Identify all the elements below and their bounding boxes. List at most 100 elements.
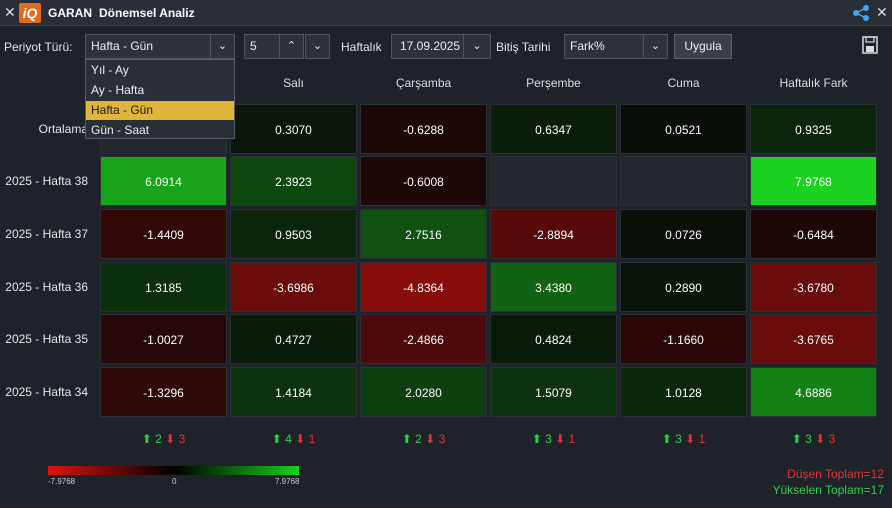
window-title: Dönemsel Analiz bbox=[99, 6, 195, 20]
arrow-down-icon: ⬇ bbox=[815, 432, 826, 446]
grid-cell[interactable]: 6.0914 bbox=[100, 156, 227, 206]
down-count: 3 bbox=[828, 432, 836, 446]
grid-cell[interactable]: 7.9768 bbox=[750, 156, 877, 206]
grid-cell[interactable]: -2.4866 bbox=[360, 314, 487, 364]
date-input[interactable]: 17.09.2025 bbox=[391, 34, 464, 59]
metric-dropdown-button[interactable]: ⌄ bbox=[643, 34, 668, 59]
period-option-yil-ay[interactable]: Yıl - Ay bbox=[86, 61, 234, 80]
row-header: 2025 - Hafta 34 bbox=[5, 385, 88, 399]
grid-cell[interactable]: 1.3185 bbox=[100, 262, 227, 312]
up-down-count: ⬆ 4 ⬇ 1 bbox=[230, 432, 357, 446]
save-icon[interactable] bbox=[862, 36, 878, 54]
count-down-button[interactable]: ⌄ bbox=[305, 34, 330, 59]
arrow-up-icon: ⬆ bbox=[791, 432, 802, 446]
period-option-hafta-gun[interactable]: Hafta - Gün bbox=[86, 101, 234, 120]
up-down-count: ⬆ 3 ⬇ 3 bbox=[750, 432, 877, 446]
grid-cell[interactable]: -0.6288 bbox=[360, 104, 487, 154]
arrow-up-icon: ⬆ bbox=[141, 432, 152, 446]
up-total: Yükselen Toplam=17 bbox=[772, 483, 884, 497]
scale-mid-label: 0 bbox=[172, 477, 177, 486]
down-total: Düşen Toplam=12 bbox=[787, 467, 884, 481]
share-icon[interactable] bbox=[852, 4, 870, 22]
grid-cell[interactable]: -1.1660 bbox=[620, 314, 747, 364]
period-type-select[interactable]: Hafta - Gün bbox=[85, 34, 211, 59]
arrow-down-icon: ⬇ bbox=[165, 432, 176, 446]
period-option-gun-saat[interactable]: Gün - Saat bbox=[86, 121, 234, 140]
grid-cell[interactable]: 0.0521 bbox=[620, 104, 747, 154]
down-count: 1 bbox=[308, 432, 316, 446]
grid-cell[interactable]: -1.3296 bbox=[100, 367, 227, 417]
arrow-down-icon: ⬇ bbox=[425, 432, 436, 446]
down-count: 3 bbox=[178, 432, 186, 446]
grid-cell[interactable]: 2.3923 bbox=[230, 156, 357, 206]
grid-cell[interactable]: 0.2890 bbox=[620, 262, 747, 312]
close-icon[interactable]: ✕ bbox=[4, 4, 16, 20]
metric-select[interactable]: Fark% bbox=[564, 34, 644, 59]
grid-cell[interactable]: 0.3070 bbox=[230, 104, 357, 154]
down-count: 1 bbox=[568, 432, 576, 446]
grid-cell[interactable]: -4.8364 bbox=[360, 262, 487, 312]
end-date-label: Bitiş Tarihi bbox=[496, 40, 551, 54]
grid-cell[interactable]: 0.6347 bbox=[490, 104, 617, 154]
arrow-down-icon: ⬇ bbox=[685, 432, 696, 446]
date-picker-button[interactable]: ⌄ bbox=[463, 34, 491, 59]
grid-cell[interactable]: -0.6008 bbox=[360, 156, 487, 206]
scale-min-label: -7.9768 bbox=[48, 477, 76, 486]
column-header: Cuma bbox=[667, 76, 700, 90]
grid-cell[interactable]: 1.0128 bbox=[620, 367, 747, 417]
scale-max-label: 7.9768 bbox=[275, 477, 300, 486]
grid-cell[interactable]: 0.0726 bbox=[620, 209, 747, 259]
toolbar: Periyot Türü: Hafta - Gün ⌄ 5 ⌃ ⌄ Haftal… bbox=[0, 27, 892, 63]
grid-cell[interactable]: -1.0027 bbox=[100, 314, 227, 364]
grid-cell[interactable] bbox=[620, 156, 747, 206]
grid-cell[interactable]: 4.6886 bbox=[750, 367, 877, 417]
apply-button[interactable]: Uygula bbox=[674, 34, 732, 59]
down-count: 3 bbox=[438, 432, 446, 446]
grid-cell[interactable]: 2.7516 bbox=[360, 209, 487, 259]
grid-cell[interactable]: 2.0280 bbox=[360, 367, 487, 417]
grid-cell[interactable]: -1.4409 bbox=[100, 209, 227, 259]
period-count-input[interactable]: 5 bbox=[244, 34, 280, 59]
grid-cell[interactable]: -2.8894 bbox=[490, 209, 617, 259]
arrow-up-icon: ⬆ bbox=[661, 432, 672, 446]
grid-cell[interactable]: -3.6780 bbox=[750, 262, 877, 312]
up-count: 3 bbox=[675, 432, 682, 446]
grid-cell[interactable]: 1.5079 bbox=[490, 367, 617, 417]
title-bar: ✕ iQ GARAN Dönemsel Analiz ✕ bbox=[0, 0, 892, 26]
grid-cell[interactable]: 1.4184 bbox=[230, 367, 357, 417]
grid-cell[interactable]: 3.4380 bbox=[490, 262, 617, 312]
period-option-ay-hafta[interactable]: Ay - Hafta bbox=[86, 81, 234, 100]
column-header: Çarşamba bbox=[395, 76, 452, 90]
grid-cell[interactable]: 0.9503 bbox=[230, 209, 357, 259]
symbol-label: GARAN bbox=[48, 6, 92, 20]
grid-cell[interactable]: 0.4824 bbox=[490, 314, 617, 364]
count-up-button[interactable]: ⌃ bbox=[279, 34, 304, 59]
up-down-count: ⬆ 2 ⬇ 3 bbox=[100, 432, 227, 446]
grid-cell[interactable]: -0.6484 bbox=[750, 209, 877, 259]
column-header: Perşembe bbox=[526, 76, 581, 90]
grid-cell[interactable]: 0.4727 bbox=[230, 314, 357, 364]
row-header: 2025 - Hafta 38 bbox=[5, 174, 88, 188]
column-header: Salı bbox=[283, 76, 304, 90]
up-count: 2 bbox=[415, 432, 422, 446]
grid-cell[interactable]: -3.6986 bbox=[230, 262, 357, 312]
up-count: 2 bbox=[155, 432, 162, 446]
period-type-label: Periyot Türü: bbox=[4, 40, 73, 54]
grid-cell[interactable]: -3.6765 bbox=[750, 314, 877, 364]
up-count: 4 bbox=[285, 432, 292, 446]
period-dropdown-list: Yıl - Ay Ay - Hafta Hafta - Gün Gün - Sa… bbox=[85, 59, 235, 139]
row-header: Ortalama bbox=[38, 122, 88, 136]
color-scale-bar bbox=[48, 466, 299, 475]
close-window-icon[interactable]: ✕ bbox=[876, 4, 888, 20]
row-header: 2025 - Hafta 35 bbox=[5, 332, 88, 346]
arrow-down-icon: ⬇ bbox=[555, 432, 566, 446]
grid-cell[interactable]: 0.9325 bbox=[750, 104, 877, 154]
period-dropdown-button[interactable]: ⌄ bbox=[210, 34, 235, 59]
up-down-count: ⬆ 3 ⬇ 1 bbox=[620, 432, 747, 446]
grid-cell[interactable] bbox=[490, 156, 617, 206]
up-down-count: ⬆ 3 ⬇ 1 bbox=[490, 432, 617, 446]
column-header: Haftalık Fark bbox=[779, 76, 848, 90]
unit-label: Haftalık bbox=[341, 40, 382, 54]
arrow-up-icon: ⬆ bbox=[271, 432, 282, 446]
arrow-up-icon: ⬆ bbox=[531, 432, 542, 446]
